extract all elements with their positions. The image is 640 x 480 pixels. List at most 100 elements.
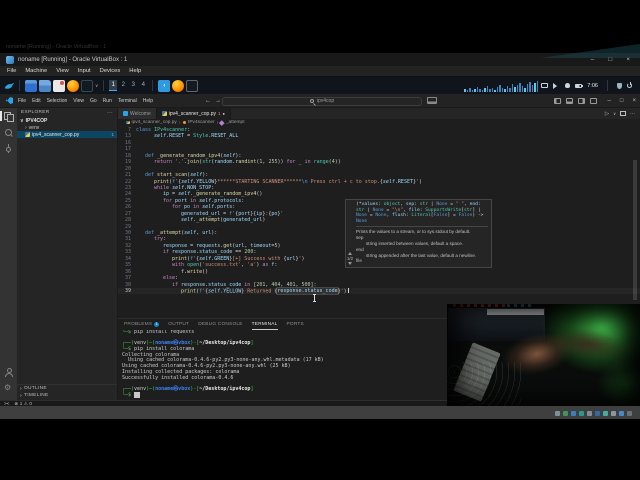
text-editor-icon[interactable] [53,79,65,92]
panel-tab-terminal[interactable]: TERMINAL [251,319,278,330]
vbox-menu-help[interactable]: Help [129,68,141,74]
run-dropdown-caret-icon[interactable]: ∨ [613,111,616,116]
code-token: in [193,204,203,211]
vscode-minimize-button[interactable]: – [608,98,611,104]
kali-logo-icon[interactable] [4,80,15,91]
more-actions-icon[interactable]: ··· [630,111,635,117]
signature-token: None [356,213,368,219]
panel-tab-label: TERMINAL [251,321,278,327]
volume-icon[interactable] [553,82,560,89]
command-center[interactable]: ipv4cop [222,96,422,106]
activity-explorer-button[interactable] [0,108,17,124]
vbox-status-icon[interactable] [603,411,608,416]
vbox-status-icon[interactable] [555,411,560,416]
section-outline[interactable]: › OUTLINE [17,385,117,392]
launcher-dropdown-caret-icon[interactable]: ∨ [95,83,98,89]
breadcrumb-item[interactable]: _attempt [226,120,245,125]
code-token: open [187,262,200,269]
parameter-hint-tooltip: (*values: object, sep: str | None = " ",… [345,199,492,269]
breadcrumb-item[interactable]: ipv4_scanner_cop.py [132,120,177,125]
toggle-sidebar-icon[interactable] [553,98,561,104]
nav-forward-icon[interactable]: → [215,98,221,104]
split-editor-icon[interactable] [620,111,626,116]
vscode-window-controls: – □ × [608,98,636,104]
activity-source-control-button[interactable] [0,140,17,156]
pager-up-icon[interactable] [347,252,352,256]
explorer-root-folder[interactable]: ∨ IPV4COP [17,117,117,124]
vbox-status-icon[interactable] [579,411,584,416]
vbox-status-icon[interactable] [611,411,616,416]
vscode-menu-view[interactable]: View [73,98,84,104]
vbox-status-icon[interactable] [587,411,592,416]
signature-token: | [364,207,373,213]
nav-back-icon[interactable]: ← [205,98,211,104]
activity-search-button[interactable] [0,124,17,140]
vscode-menu-go[interactable]: Go [90,98,97,104]
terminal-launcher-icon[interactable] [81,79,93,92]
vbox-status-icon[interactable] [595,411,600,416]
code-token: response [172,249,197,256]
file-manager-icon[interactable] [25,79,37,92]
panel-tab-problems[interactable]: PROBLEMS 1 [124,319,160,330]
breadcrumb-item[interactable]: IPv4scanner [188,120,215,125]
workspace-3[interactable]: 3 [129,80,137,91]
vbox-menu-machine[interactable]: Machine [25,68,47,74]
tab-welcome[interactable]: Welcome [118,108,157,119]
settings-button[interactable] [0,380,17,396]
firefox-taskbar-icon[interactable] [172,79,185,92]
folder-icon[interactable] [39,79,51,92]
vscode-menu-selection[interactable]: Selection [47,98,68,104]
pager-down-icon[interactable] [347,262,352,266]
explorer-item-venv[interactable]: › venv [17,124,117,131]
notifications-bell-icon[interactable] [565,83,571,88]
clock[interactable]: 7:06 [587,83,598,89]
vscode-menu-help[interactable]: Help [143,98,153,104]
vbox-menu-view[interactable]: View [56,68,68,74]
screen-app-icon[interactable] [186,79,199,92]
method-symbol-icon [219,120,225,125]
shield-icon[interactable] [617,82,622,89]
editor-scrollbar[interactable] [633,160,637,300]
vscode-menu-run[interactable]: Run [103,98,112,104]
vscode-close-button[interactable]: × [632,98,636,104]
toggle-panel-icon[interactable] [565,98,573,104]
explorer-more-actions-icon[interactable]: ··· [107,110,113,116]
account-button[interactable] [0,364,17,380]
customize-layout-icon[interactable] [589,98,597,104]
vscode-restore-button[interactable]: □ [620,98,624,104]
workspace-2[interactable]: 2 [119,80,127,91]
power-icon[interactable] [627,82,632,88]
battery-icon[interactable] [575,83,584,88]
section-timeline[interactable]: › TIMELINE [17,392,117,399]
panel-tab-debug-console[interactable]: DEBUG CONSOLE [198,319,242,330]
layout-control-icon[interactable] [427,97,437,104]
vscode-menu-terminal[interactable]: Terminal [118,98,137,104]
workspace-4[interactable]: 4 [139,80,147,91]
panel-tab-output[interactable]: OUTPUT [168,319,189,330]
code-token: str [202,159,212,166]
vbox-menu-file[interactable]: File [7,68,16,74]
vbox-status-icon[interactable] [619,411,624,416]
vbox-status-icon[interactable] [571,411,576,416]
firefox-icon[interactable] [67,79,79,92]
toggle-secondary-sidebar-icon[interactable] [577,98,585,104]
vbox-menu-input[interactable]: Input [78,68,91,74]
explorer-item-ipv4-scanner-cop-py[interactable]: ipv4_scanner_cop.py 1 [17,131,117,138]
workspace-1[interactable]: 1 [109,80,118,91]
tab-ipv4-scanner-cop-py[interactable]: ipv4_scanner_cop.py 1 ● [156,108,231,119]
code-token: range [313,159,329,166]
vscode-menu-edit[interactable]: Edit [32,98,41,104]
vscode-taskbar-icon[interactable]: ‹ [158,79,171,92]
panel-tab-ports[interactable]: PORTS [287,319,304,330]
code-token: random [214,159,233,166]
run-python-file-icon[interactable]: ▷ [605,111,609,117]
vscode-menu-file[interactable]: File [18,98,26,104]
vbox-status-icon[interactable] [563,411,568,416]
divider [607,80,608,91]
pager-count: 1/2 [347,256,353,262]
vbox-menu-devices[interactable]: Devices [100,68,121,74]
vbox-status-icon[interactable] [627,411,632,416]
display-icon[interactable] [541,83,549,88]
code-token: ): [202,172,209,179]
tab-problems-badge: 1 [218,111,221,116]
